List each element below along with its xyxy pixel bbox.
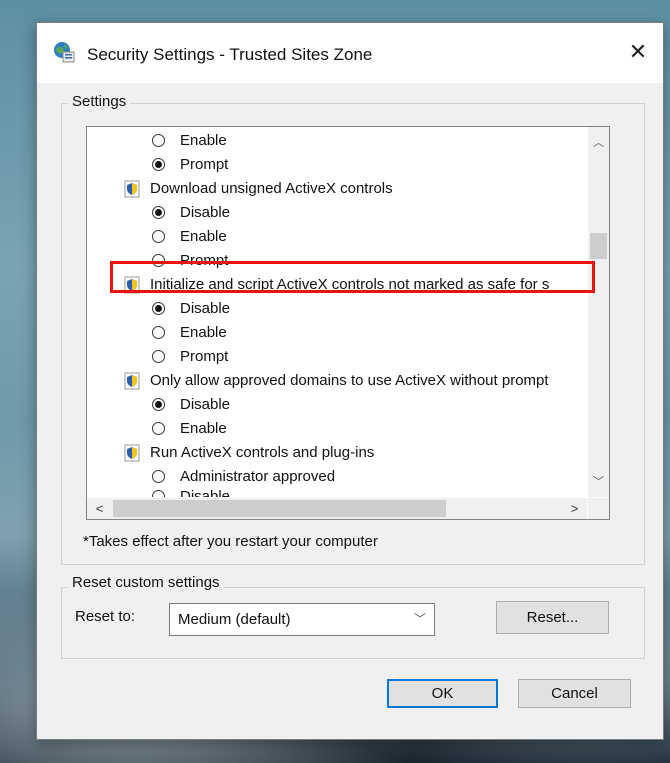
reset-button[interactable]: Reset... [496,601,609,634]
close-button[interactable]: ✕ [623,37,653,67]
radio-option-label: Enable [180,228,227,245]
radio-unchecked-icon[interactable] [152,134,165,147]
reset-group-label: Reset custom settings [68,574,224,591]
radio-checked-icon[interactable] [152,302,165,315]
radio-unchecked-icon[interactable] [152,350,165,363]
shield-icon [124,180,140,198]
radio-option-label: Prompt [180,348,229,365]
reset-level-value: Medium (default) [178,611,291,628]
shield-icon [124,276,140,294]
reset-to-label: Reset to: [75,608,136,625]
radio-unchecked-icon[interactable] [152,254,165,267]
radio-option-label: Enable [180,132,227,149]
setting-header-label: Run ActiveX controls and plug-ins [150,444,375,461]
radio-option-label: Enable [180,324,227,341]
scroll-right-icon[interactable]: > [564,498,585,519]
radio-checked-icon[interactable] [152,398,165,411]
scroll-corner [588,498,609,519]
radio-unchecked-icon[interactable] [152,422,165,435]
title-bar: Security Settings - Trusted Sites Zone ✕ [37,23,663,83]
radio-unchecked-icon[interactable] [152,490,165,497]
radio-unchecked-icon[interactable] [152,230,165,243]
scroll-down-icon[interactable]: ﹀ [588,472,609,493]
radio-option-label: Prompt [180,156,229,173]
horizontal-scrollbar[interactable]: < > [87,498,587,519]
setting-header-label: Download unsigned ActiveX controls [150,180,393,197]
settings-group-label: Settings [68,93,131,110]
scroll-up-icon[interactable]: ︿ [588,133,609,154]
cancel-button[interactable]: Cancel [518,679,631,708]
reset-level-select[interactable]: Medium (default) ﹀ [169,603,435,636]
ok-button[interactable]: OK [387,679,498,708]
vertical-scroll-thumb[interactable] [590,233,607,259]
restart-note: *Takes effect after you restart your com… [83,533,378,550]
radio-option-label: Disable [180,300,231,317]
radio-checked-icon[interactable] [152,206,165,219]
radio-option-label: Prompt [180,252,229,269]
radio-unchecked-icon[interactable] [152,326,165,339]
shield-icon [124,372,140,390]
shield-icon [124,444,140,462]
globe-shield-icon [54,42,75,63]
radio-option-label: Administrator approved [180,468,336,485]
chevron-down-icon: ﹀ [413,612,426,626]
security-settings-dialog: Security Settings - Trusted Sites Zone ✕… [36,22,664,740]
radio-option-label: Disable [180,396,231,413]
settings-list-content: Enable Prompt Download unsigned ActiveX co… [87,127,587,497]
radio-checked-icon[interactable] [152,158,165,171]
vertical-scrollbar[interactable]: ︿ ﹀ [588,127,609,497]
radio-unchecked-icon[interactable] [152,470,165,483]
radio-option-label: Disable [180,204,231,221]
window-title: Security Settings - Trusted Sites Zone [87,45,373,64]
radio-option-label: Enable [180,420,227,437]
setting-header-label: Initialize and script ActiveX controls n… [150,276,550,293]
scroll-left-icon[interactable]: < [89,498,110,519]
radio-option-label: Disable [180,488,231,497]
settings-list[interactable]: Enable Prompt Download unsigned ActiveX co… [86,126,610,520]
horizontal-scroll-thumb[interactable] [113,500,446,517]
setting-header-label: Only allow approved domains to use Activ… [150,372,549,389]
